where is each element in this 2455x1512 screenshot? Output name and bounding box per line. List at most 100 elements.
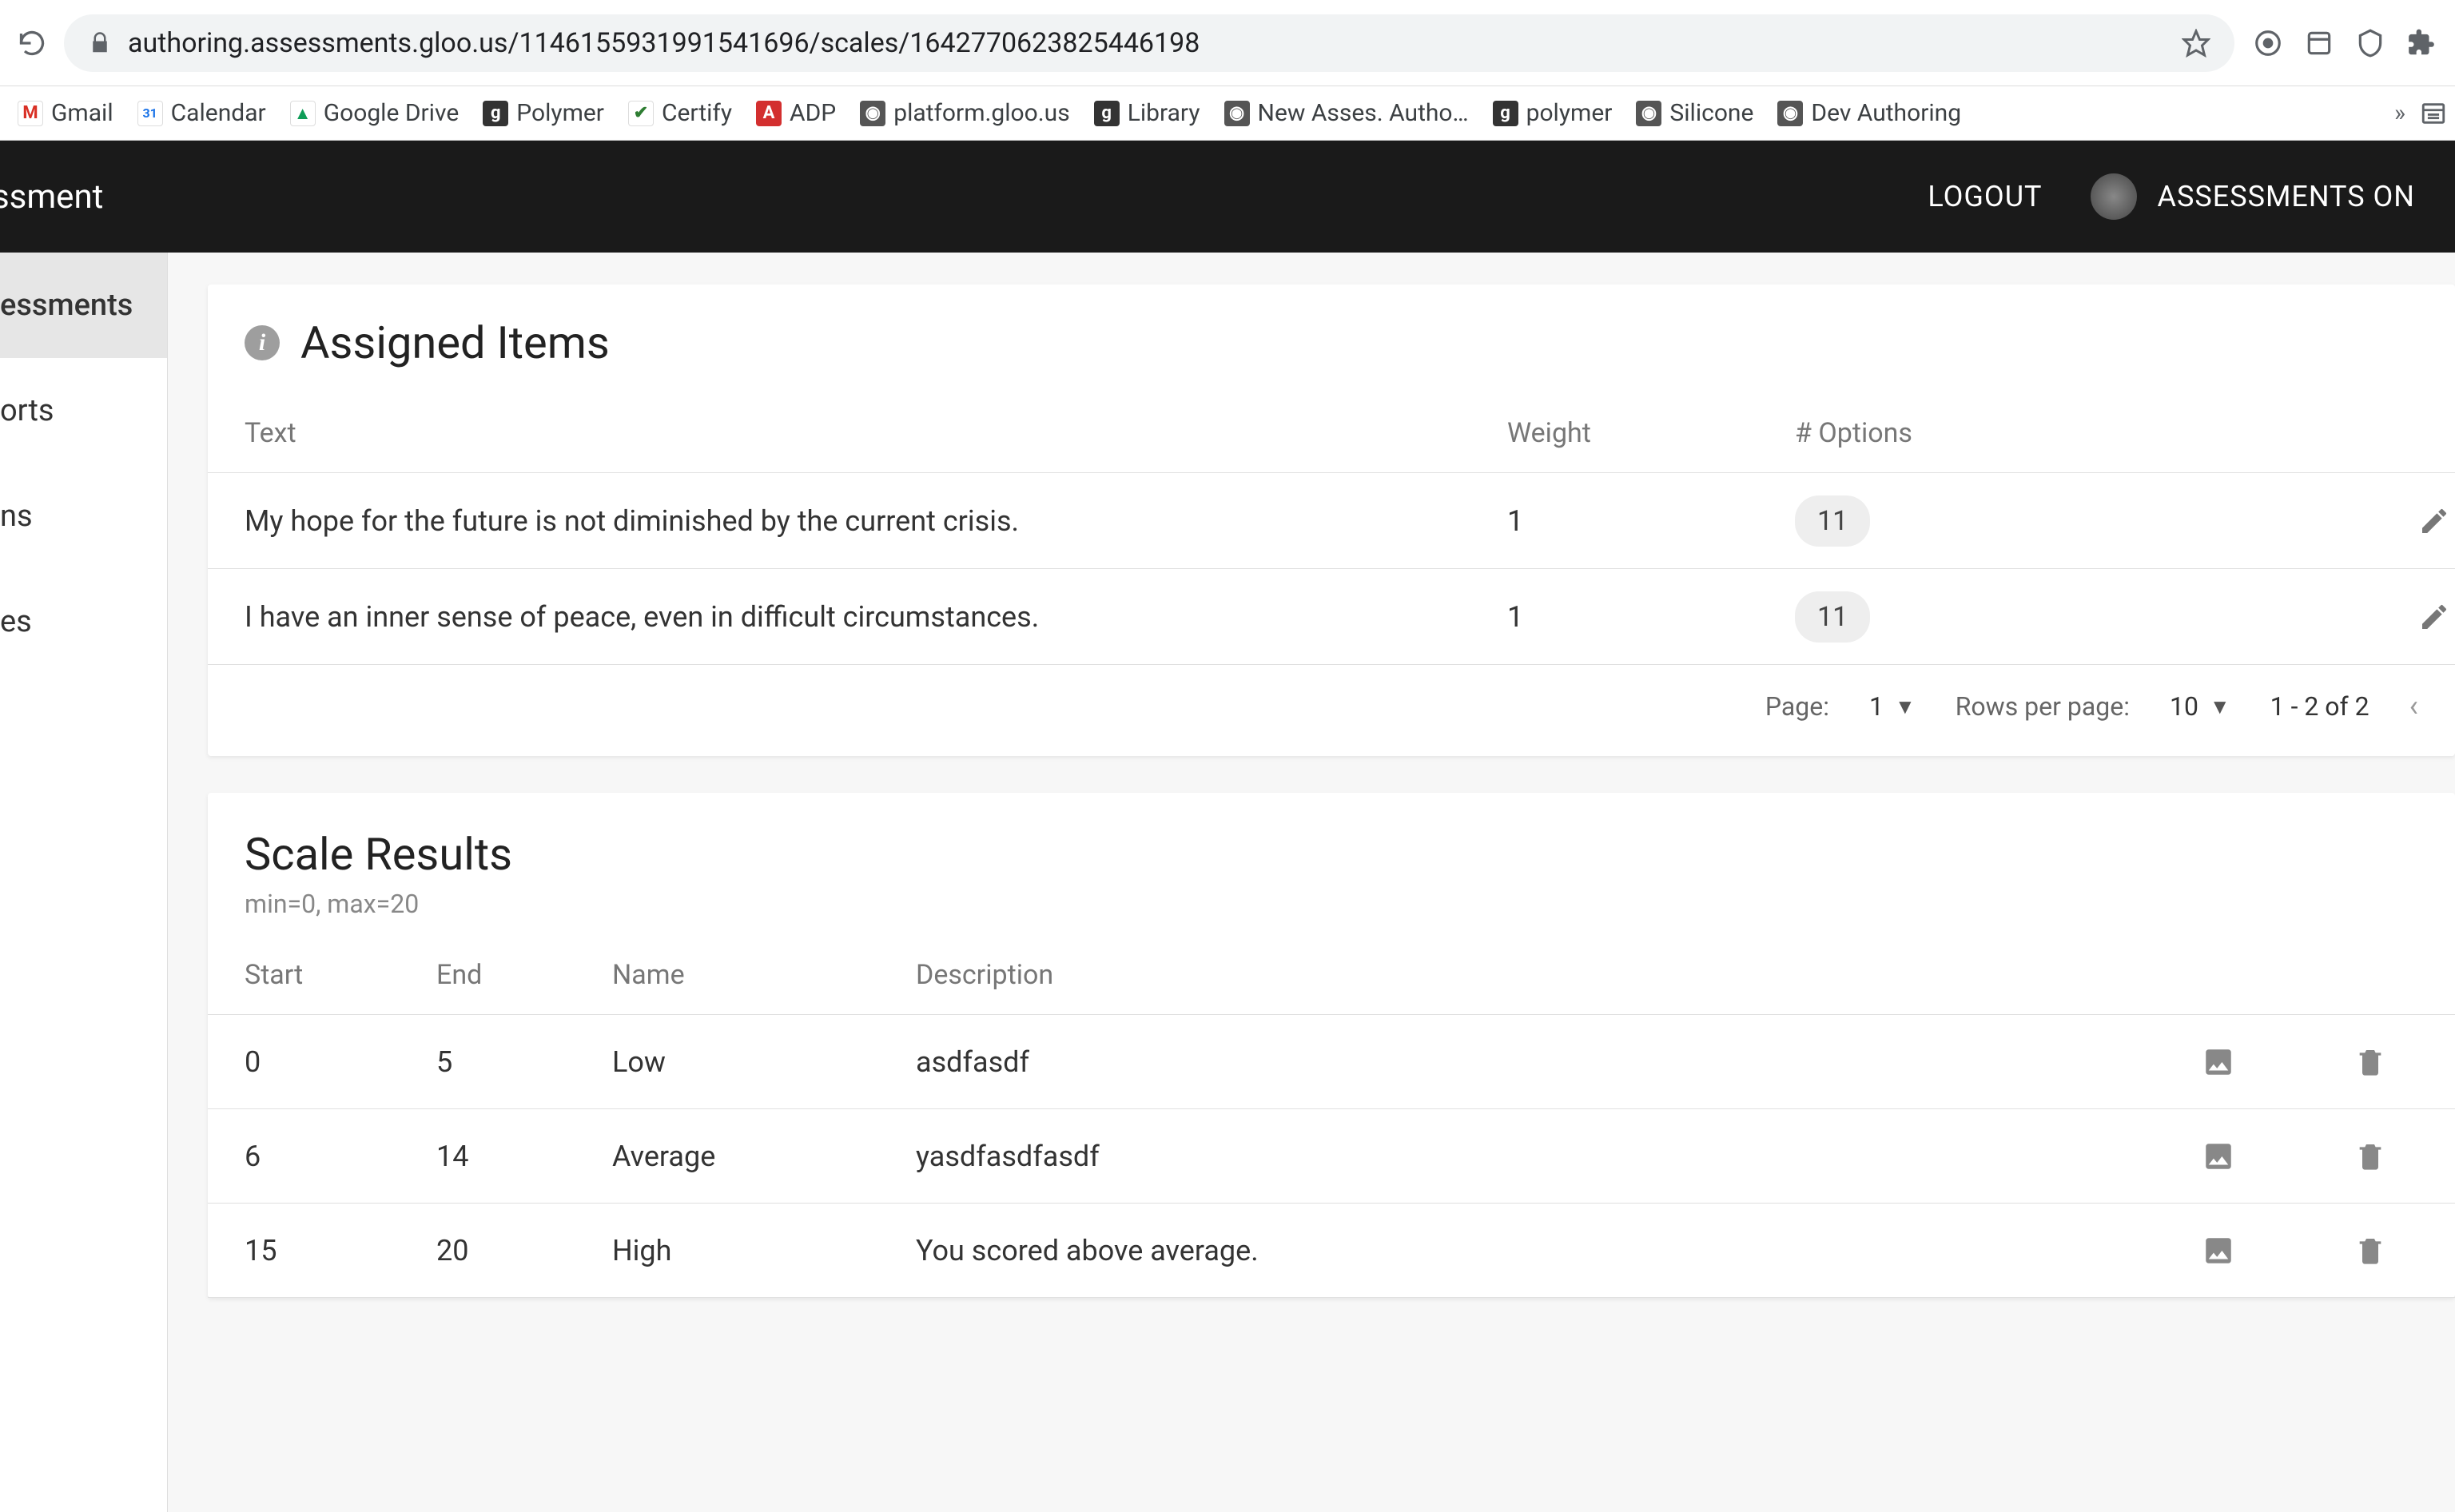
- account-label[interactable]: ASSESSMENTS ON: [2158, 180, 2415, 213]
- bookmarks-overflow-icon[interactable]: »: [2394, 99, 2405, 127]
- page-value: 1: [1869, 691, 1884, 722]
- ext-icon-1[interactable]: [2250, 26, 2286, 61]
- bookmark-label: Gmail: [51, 99, 113, 127]
- globe-icon: ◉: [1636, 101, 1661, 126]
- bookmark-polymer2[interactable]: g polymer: [1483, 94, 1622, 132]
- scale-table-head: Start End Name Description: [208, 935, 2455, 1015]
- puzzle-icon[interactable]: [2404, 26, 2439, 61]
- bookmark-label: Calendar: [171, 99, 266, 127]
- cell-name: High: [612, 1234, 916, 1267]
- cell-start: 6: [245, 1140, 436, 1173]
- sidebar-item-label: ns: [0, 499, 33, 534]
- bookmark-label: Dev Authoring: [1811, 99, 1961, 127]
- ext-icon-2[interactable]: [2302, 26, 2337, 61]
- image-button[interactable]: [2115, 1140, 2322, 1173]
- drive-icon: ▲: [290, 101, 316, 126]
- scale-results-card: Scale Results min=0, max=20 Start End Na…: [208, 793, 2455, 1298]
- bookmark-label: ADP: [790, 99, 836, 127]
- polymer-icon: g: [483, 101, 508, 126]
- page-label: Page:: [1765, 691, 1829, 722]
- col-text: Text: [245, 417, 1507, 449]
- col-start: Start: [245, 959, 436, 991]
- rows-select[interactable]: 10 ▼: [2170, 691, 2230, 722]
- col-weight: Weight: [1507, 417, 1795, 449]
- delete-button[interactable]: [2322, 1046, 2418, 1078]
- chevron-down-icon: ▼: [2210, 694, 2230, 719]
- edit-button[interactable]: [2210, 601, 2450, 633]
- sidebar-item-reports[interactable]: orts: [0, 358, 167, 464]
- bookmark-drive[interactable]: ▲ Google Drive: [281, 94, 469, 132]
- bookmarks-bar: M Gmail 31 Calendar ▲ Google Drive g Pol…: [0, 86, 2455, 141]
- assigned-items-title: Assigned Items: [300, 316, 610, 369]
- bookmark-label: Google Drive: [324, 99, 460, 127]
- logout-link[interactable]: LOGOUT: [1928, 180, 2042, 213]
- cell-description: asdfasdf: [916, 1045, 2115, 1079]
- globe-icon: ◉: [1777, 101, 1803, 126]
- cell-description: yasdfasdfasdf: [916, 1140, 2115, 1173]
- library-icon: g: [1094, 101, 1120, 126]
- cell-end: 20: [436, 1234, 612, 1267]
- bookmark-calendar[interactable]: 31 Calendar: [128, 94, 276, 132]
- sidebar-item-label: orts: [0, 393, 54, 428]
- table-row: 6 14 Average yasdfasdfasdf: [208, 1109, 2455, 1204]
- sidebar: essments orts ns es: [0, 253, 168, 1512]
- bookmark-label: polymer: [1526, 99, 1613, 127]
- gmail-icon: M: [18, 101, 43, 126]
- bookmark-certify[interactable]: ✔ Certify: [619, 94, 742, 132]
- prev-page-button[interactable]: ‹: [2409, 689, 2418, 724]
- bookmark-label: Silicone: [1669, 99, 1753, 127]
- reload-icon[interactable]: [16, 27, 48, 59]
- delete-button[interactable]: [2322, 1235, 2418, 1267]
- cell-weight: 1: [1507, 600, 1795, 634]
- sidebar-item-label: essments: [0, 288, 133, 323]
- lock-icon: [88, 31, 112, 55]
- bookmark-library[interactable]: g Library: [1084, 94, 1210, 132]
- table-row: My hope for the future is not diminished…: [208, 473, 2455, 569]
- polymer-icon: g: [1493, 101, 1518, 126]
- image-button[interactable]: [2115, 1045, 2322, 1079]
- bookmark-label: Certify: [662, 99, 732, 127]
- avatar[interactable]: [2091, 173, 2137, 220]
- info-icon[interactable]: i: [245, 325, 280, 360]
- sidebar-item-assessments[interactable]: essments: [0, 253, 167, 358]
- bookmark-gmail[interactable]: M Gmail: [8, 94, 123, 132]
- table-footer: Page: 1 ▼ Rows per page: 10 ▼ 1 - 2 of 2…: [208, 665, 2455, 756]
- cell-options: 11: [1795, 591, 2210, 643]
- bookmark-polymer[interactable]: g Polymer: [473, 94, 614, 132]
- sidebar-item-3[interactable]: ns: [0, 464, 167, 569]
- ext-icon-3[interactable]: [2353, 26, 2388, 61]
- bookmark-star-icon[interactable]: [2182, 29, 2210, 58]
- bookmark-label: Polymer: [516, 99, 604, 127]
- options-pill: 11: [1795, 591, 1870, 643]
- cell-name: Average: [612, 1140, 916, 1173]
- cell-end: 5: [436, 1045, 612, 1079]
- scale-results-header: Scale Results min=0, max=20: [208, 793, 2455, 935]
- bookmark-silicone[interactable]: ◉ Silicone: [1626, 94, 1763, 132]
- chevron-down-icon: ▼: [1895, 694, 1916, 719]
- edit-button[interactable]: [2210, 505, 2450, 537]
- col-options: # Options: [1795, 417, 2210, 449]
- col-end: End: [436, 959, 612, 991]
- table-row: 15 20 High You scored above average.: [208, 1204, 2455, 1298]
- bookmark-new-asses[interactable]: ◉ New Asses. Autho…: [1215, 94, 1478, 132]
- url-input[interactable]: authoring.assessments.gloo.us/1146155931…: [64, 14, 2234, 72]
- app-header: ssment LOGOUT ASSESSMENTS ON: [0, 141, 2455, 253]
- bookmark-platform[interactable]: ◉ platform.gloo.us: [850, 94, 1080, 132]
- bookmark-dev-authoring[interactable]: ◉ Dev Authoring: [1768, 94, 1971, 132]
- reading-list-icon[interactable]: [2420, 100, 2447, 127]
- cell-start: 15: [245, 1234, 436, 1267]
- rows-label: Rows per page:: [1956, 691, 2130, 722]
- page-select[interactable]: 1 ▼: [1869, 691, 1916, 722]
- sidebar-item-4[interactable]: es: [0, 569, 167, 674]
- assigned-items-header: i Assigned Items: [208, 284, 2455, 393]
- delete-button[interactable]: [2322, 1140, 2418, 1172]
- globe-icon: ◉: [860, 101, 885, 126]
- scale-results-subtitle: min=0, max=20: [245, 889, 2418, 919]
- image-button[interactable]: [2115, 1234, 2322, 1267]
- adp-icon: A: [756, 101, 782, 126]
- globe-icon: ◉: [1224, 101, 1250, 126]
- options-pill: 11: [1795, 495, 1870, 547]
- browser-address-bar: authoring.assessments.gloo.us/1146155931…: [0, 0, 2455, 86]
- certify-icon: ✔: [628, 101, 654, 126]
- bookmark-adp[interactable]: A ADP: [746, 94, 846, 132]
